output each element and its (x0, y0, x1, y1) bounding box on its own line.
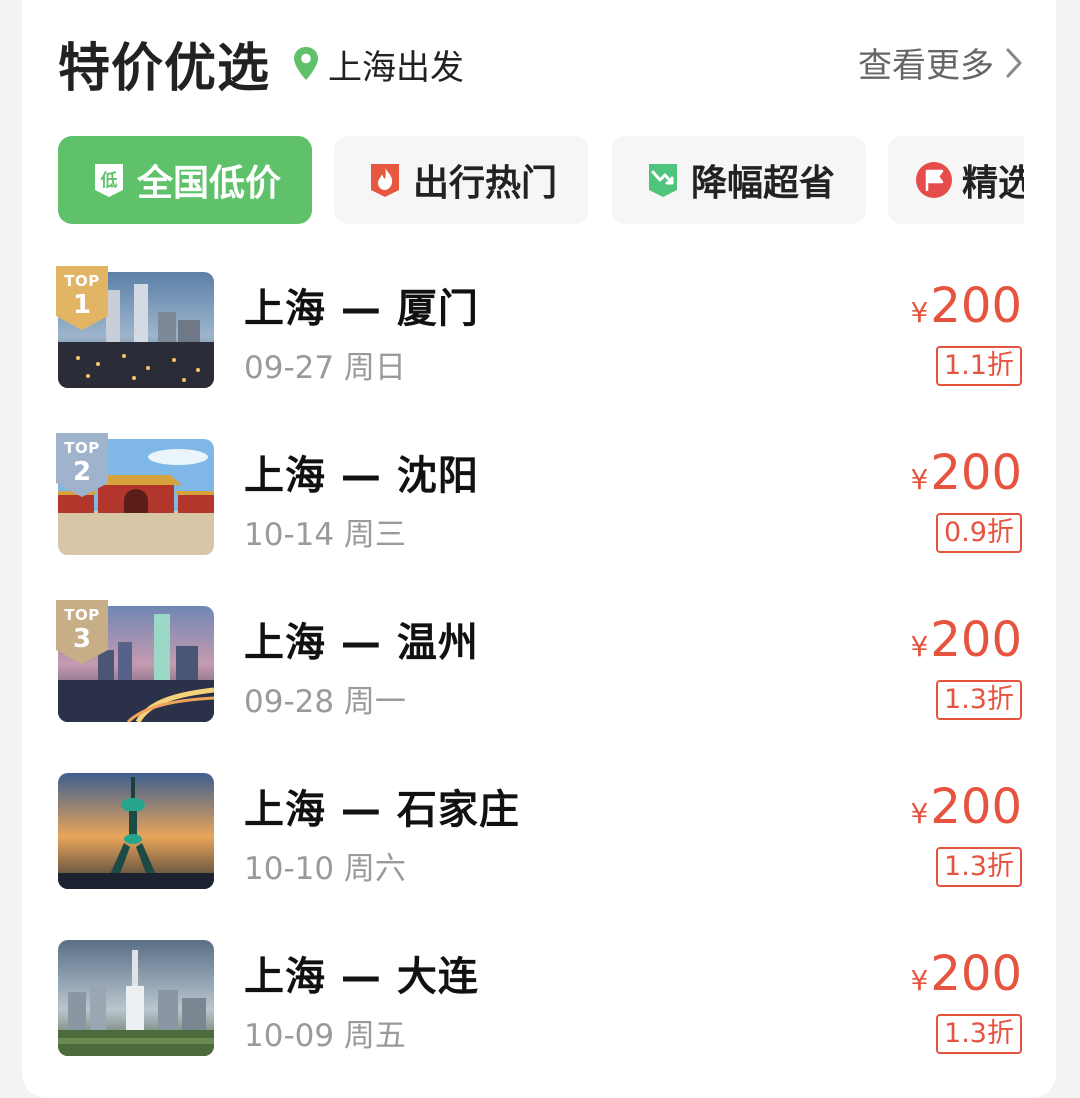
discount-badge: 0.9折 (936, 513, 1022, 553)
rank-number: 2 (72, 457, 92, 487)
section-title: 特价优选 (58, 39, 271, 99)
chevron-right-icon (1006, 48, 1022, 77)
rank-badge-label: TOP (64, 272, 100, 290)
departure-city[interactable]: 上海出发 (292, 42, 464, 88)
dalian-city-photo (58, 940, 214, 1056)
route-item-xiamen[interactable]: TOP 1 上海 — 厦门 09-27 周日 ¥ 200 1.1折 (56, 266, 1024, 388)
rank-badge: TOP 2 (56, 433, 108, 499)
rank-badge: TOP 1 (56, 266, 108, 332)
tab-price-drop[interactable]: 降幅超省 (612, 136, 866, 224)
route-title: 上海 — 沈阳 (244, 453, 479, 499)
flag-icon (916, 162, 952, 198)
route-title: 上海 — 大连 (244, 954, 479, 1000)
tab-label: 出行热门 (412, 163, 557, 204)
route-price: ¥ 200 (911, 946, 1022, 1002)
rank-badge: TOP 3 (56, 600, 108, 666)
tab-popular-travel[interactable]: 出行热门 (334, 136, 588, 224)
currency-symbol: ¥ (910, 296, 929, 329)
rank-number: 3 (72, 624, 92, 654)
tab-selected[interactable]: 精选 (888, 136, 1024, 224)
route-item-dalian[interactable]: 上海 — 大连 10-09 周五 ¥ 200 1.3折 (58, 936, 1024, 1056)
route-title: 上海 — 石家庄 (244, 787, 520, 833)
view-more-link[interactable]: 查看更多 (858, 38, 1024, 87)
currency-symbol: ¥ (910, 797, 929, 830)
view-more-label: 查看更多 (858, 46, 994, 86)
svg-text:低: 低 (99, 170, 117, 191)
tab-label: 精选 (962, 163, 1024, 204)
route-title: 上海 — 温州 (244, 620, 479, 666)
route-item-shijiazhuang[interactable]: 上海 — 石家庄 10-10 周六 ¥ 200 1.3折 (58, 769, 1024, 889)
category-tabs: 低 全国低价 出行热门 降幅超省 精选 (58, 136, 1024, 224)
route-price: ¥ 200 (911, 612, 1022, 668)
route-item-wenzhou[interactable]: TOP 3 上海 — 温州 09-28 周一 ¥ 200 1.3折 (56, 600, 1024, 722)
price-amount: 200 (930, 278, 1022, 334)
route-date: 10-10 周六 (244, 851, 406, 887)
route-price: ¥ 200 (911, 779, 1022, 835)
tab-label: 全国低价 (136, 163, 281, 204)
route-price: ¥ 200 (911, 445, 1022, 501)
discount-badge: 1.1折 (936, 346, 1022, 386)
departure-label: 上海出发 (328, 47, 464, 88)
price-drop-icon (648, 164, 677, 197)
shijiazhuang-tower-photo (58, 773, 214, 889)
route-item-shenyang[interactable]: TOP 2 上海 — 沈阳 10-14 周三 ¥ 200 0.9折 (56, 433, 1024, 555)
tab-national-low-price[interactable]: 低 全国低价 (58, 136, 312, 224)
route-price: ¥ 200 (911, 278, 1022, 334)
currency-symbol: ¥ (910, 630, 929, 663)
rank-badge-label: TOP (64, 439, 100, 457)
route-date: 10-14 周三 (244, 517, 406, 553)
discount-badge: 1.3折 (936, 847, 1022, 887)
route-title: 上海 — 厦门 (244, 286, 479, 332)
rank-badge-label: TOP (64, 606, 100, 624)
route-date: 09-28 周一 (244, 684, 406, 720)
currency-symbol: ¥ (910, 964, 929, 997)
currency-symbol: ¥ (910, 463, 929, 496)
rank-number: 1 (72, 290, 92, 320)
tab-label: 降幅超省 (690, 163, 835, 204)
low-price-icon: 低 (94, 164, 123, 197)
price-amount: 200 (930, 445, 1022, 501)
discount-badge: 1.3折 (936, 1014, 1022, 1054)
price-amount: 200 (930, 946, 1022, 1002)
route-date: 10-09 周五 (244, 1018, 406, 1054)
fire-icon (370, 164, 399, 197)
location-pin-icon (294, 47, 318, 80)
discount-badge: 1.3折 (936, 680, 1022, 720)
route-date: 09-27 周日 (244, 350, 406, 386)
price-amount: 200 (930, 612, 1022, 668)
price-amount: 200 (930, 779, 1022, 835)
